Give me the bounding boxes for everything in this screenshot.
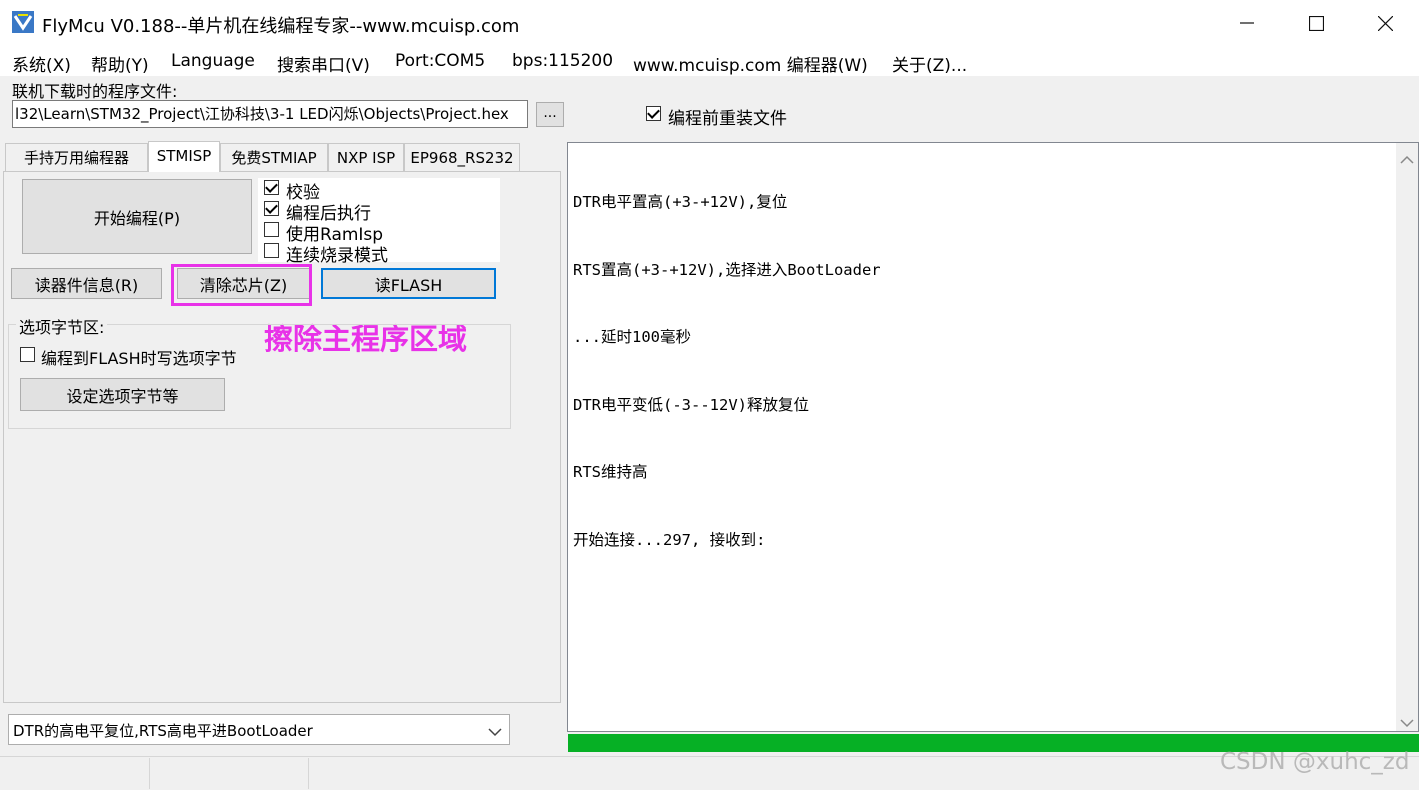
write-option-bytes-checkbox[interactable] <box>20 347 35 362</box>
set-option-bytes-button[interactable]: 设定选项字节等 <box>20 378 225 411</box>
status-divider <box>149 758 150 789</box>
maximize-icon <box>1308 15 1324 31</box>
menu-system[interactable]: 系统(X) <box>12 51 71 76</box>
menu-baud-rate[interactable]: bps:115200 <box>512 51 613 71</box>
reset-mode-value: DTR的高电平复位,RTS高电平进BootLoader <box>13 722 313 740</box>
log-line: DTR电平变低(-3--12V)释放复位 <box>573 395 809 414</box>
reload-file-checkbox[interactable] <box>646 106 661 121</box>
menu-help[interactable]: 帮助(Y) <box>91 51 149 76</box>
log-line: RTS维持高 <box>573 463 648 481</box>
tab-free-stmiap[interactable]: 免费STMIAP <box>220 143 328 171</box>
minimize-button[interactable] <box>1212 0 1282 46</box>
option-bytes-group-label: 选项字节区: <box>16 314 108 338</box>
write-option-bytes-label: 编程到FLASH时写选项字节 <box>41 349 237 368</box>
browse-button[interactable]: ... <box>536 102 564 127</box>
run-after-program-checkbox[interactable] <box>264 201 279 216</box>
tab-nxp-isp[interactable]: NXP ISP <box>328 143 404 171</box>
app-icon <box>12 11 34 33</box>
window-title: FlyMcu V0.188--单片机在线编程专家--www.mcuisp.com <box>42 16 520 37</box>
close-icon <box>1377 15 1393 31</box>
menu-programmer[interactable]: www.mcuisp.com 编程器(W) <box>633 51 868 76</box>
scroll-down-icon[interactable] <box>1400 713 1414 732</box>
status-divider <box>308 758 309 789</box>
menu-language[interactable]: Language <box>171 51 255 71</box>
highlight-box <box>171 264 312 306</box>
log-line: RTS置高(+3-+12V),选择进入BootLoader <box>573 260 881 279</box>
close-button[interactable] <box>1350 0 1419 46</box>
verify-checkbox[interactable] <box>264 180 279 195</box>
tab-handheld-programmer[interactable]: 手持万用编程器 <box>5 143 148 171</box>
menu-about[interactable]: 关于(Z)... <box>892 51 967 76</box>
status-bar <box>0 756 1419 790</box>
start-programming-button[interactable]: 开始编程(P) <box>22 179 252 254</box>
use-ramisp-checkbox[interactable] <box>264 222 279 237</box>
option-bytes-group <box>8 324 511 429</box>
menu-search-port[interactable]: 搜索串口(V) <box>277 51 370 76</box>
tab-stmisp[interactable]: STMISP <box>148 141 220 172</box>
reload-file-label: 编程前重装文件 <box>668 109 787 129</box>
read-flash-button[interactable]: 读FLASH <box>321 268 496 299</box>
minimize-icon <box>1240 22 1254 24</box>
log-scrollbar[interactable] <box>1396 143 1418 731</box>
menu-port[interactable]: Port:COM5 <box>395 51 485 71</box>
chevron-down-icon <box>488 722 502 741</box>
log-line: ...延时100毫秒 <box>573 328 691 346</box>
continuous-burn-checkbox[interactable] <box>264 243 279 258</box>
tab-ep968-rs232[interactable]: EP968_RS232 <box>404 143 520 171</box>
watermark: CSDN @xuhc_zd <box>1220 749 1410 775</box>
log-text: DTR电平置高(+3-+12V),复位 RTS置高(+3-+12V),选择进入B… <box>573 146 881 574</box>
file-label: 联机下载时的程序文件: <box>12 82 178 101</box>
read-device-info-button[interactable]: 读器件信息(R) <box>11 268 162 299</box>
log-line: DTR电平置高(+3-+12V),复位 <box>573 193 788 211</box>
maximize-button[interactable] <box>1281 0 1351 46</box>
scroll-up-icon[interactable] <box>1400 150 1414 169</box>
continuous-burn-label: 连续烧录模式 <box>286 246 388 266</box>
file-path-input[interactable]: l32\Learn\STM32_Project\江协科技\3-1 LED闪烁\O… <box>12 100 528 128</box>
log-line: 开始连接...297, 接收到: <box>573 530 766 549</box>
